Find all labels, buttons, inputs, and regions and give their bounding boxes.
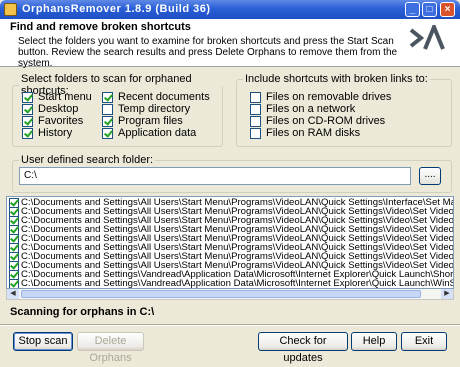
checkbox-label: Temp directory bbox=[118, 103, 191, 115]
checkbox-label: Files on RAM disks bbox=[266, 127, 361, 139]
scrollbar-thumb[interactable] bbox=[21, 290, 421, 298]
checkbox-label: Favorites bbox=[38, 115, 84, 127]
close-button[interactable]: × bbox=[440, 2, 455, 17]
title-bar[interactable]: OrphansRemover 1.8.9 (Build 36) _ □ × bbox=[0, 0, 460, 19]
checkbox-label: Files on CD-ROM drives bbox=[266, 115, 386, 127]
header-panel: Find and remove broken shortcuts Select … bbox=[0, 19, 460, 69]
browse-button[interactable]: .... bbox=[419, 167, 441, 185]
exit-button[interactable]: Exit bbox=[401, 332, 447, 351]
checkbox-label: Recent documents bbox=[118, 91, 210, 103]
checkbox[interactable] bbox=[102, 104, 113, 115]
checkbox[interactable] bbox=[22, 92, 33, 103]
checkbox[interactable] bbox=[102, 92, 113, 103]
results-list[interactable]: C:\Documents and Settings\All Users\Star… bbox=[6, 196, 454, 289]
checkbox-label: Desktop bbox=[38, 103, 79, 115]
checkbox-label: Application data bbox=[118, 127, 197, 139]
horizontal-scrollbar[interactable]: ◀ ▶ bbox=[6, 289, 454, 300]
stop-scan-button[interactable]: Stop scan bbox=[13, 332, 73, 351]
checkbox-label: Files on removable drives bbox=[266, 91, 392, 103]
scroll-right-icon[interactable]: ▶ bbox=[441, 289, 453, 299]
checkbox[interactable] bbox=[250, 128, 261, 139]
delete-orphans-button[interactable]: Delete Orphans bbox=[77, 332, 144, 364]
maximize-button[interactable]: □ bbox=[422, 2, 437, 17]
minimize-button[interactable]: _ bbox=[405, 2, 420, 17]
checkbox-label: History bbox=[38, 127, 73, 139]
scroll-left-icon[interactable]: ◀ bbox=[7, 289, 19, 299]
checkbox[interactable] bbox=[22, 116, 33, 127]
checkbox[interactable] bbox=[250, 104, 261, 115]
result-path: C:\Documents and Settings\Vandread\Appli… bbox=[21, 279, 453, 289]
checkbox-label: Files on a network bbox=[266, 103, 356, 115]
checkbox[interactable] bbox=[22, 128, 33, 139]
checkbox[interactable] bbox=[102, 128, 113, 139]
app-icon bbox=[4, 3, 17, 16]
header-description: Select the folders you want to examine f… bbox=[18, 36, 398, 69]
help-button[interactable]: Help bbox=[351, 332, 397, 351]
checkbox-label: Start menu bbox=[38, 91, 92, 103]
header-title: Find and remove broken shortcuts bbox=[10, 21, 191, 33]
checkbox[interactable] bbox=[250, 116, 261, 127]
checkbox[interactable] bbox=[22, 104, 33, 115]
links-legend: Include shortcuts with broken links to: bbox=[245, 73, 428, 85]
search-folder-legend: User defined search folder: bbox=[21, 154, 154, 166]
checkbox[interactable] bbox=[102, 116, 113, 127]
orphansremover-logo-icon bbox=[409, 25, 445, 50]
check-updates-button[interactable]: Check for updates bbox=[258, 332, 348, 364]
search-folder-input[interactable]: C:\ bbox=[19, 167, 411, 185]
checkbox[interactable] bbox=[250, 92, 261, 103]
result-checkbox[interactable] bbox=[9, 279, 19, 288]
window-title: OrphansRemover 1.8.9 (Build 36) bbox=[22, 3, 211, 15]
checkbox-label: Program files bbox=[118, 115, 183, 127]
result-row[interactable]: C:\Documents and Settings\Vandread\Appli… bbox=[7, 279, 453, 289]
status-text: Scanning for orphans in C:\ bbox=[10, 306, 155, 318]
divider bbox=[0, 324, 460, 326]
